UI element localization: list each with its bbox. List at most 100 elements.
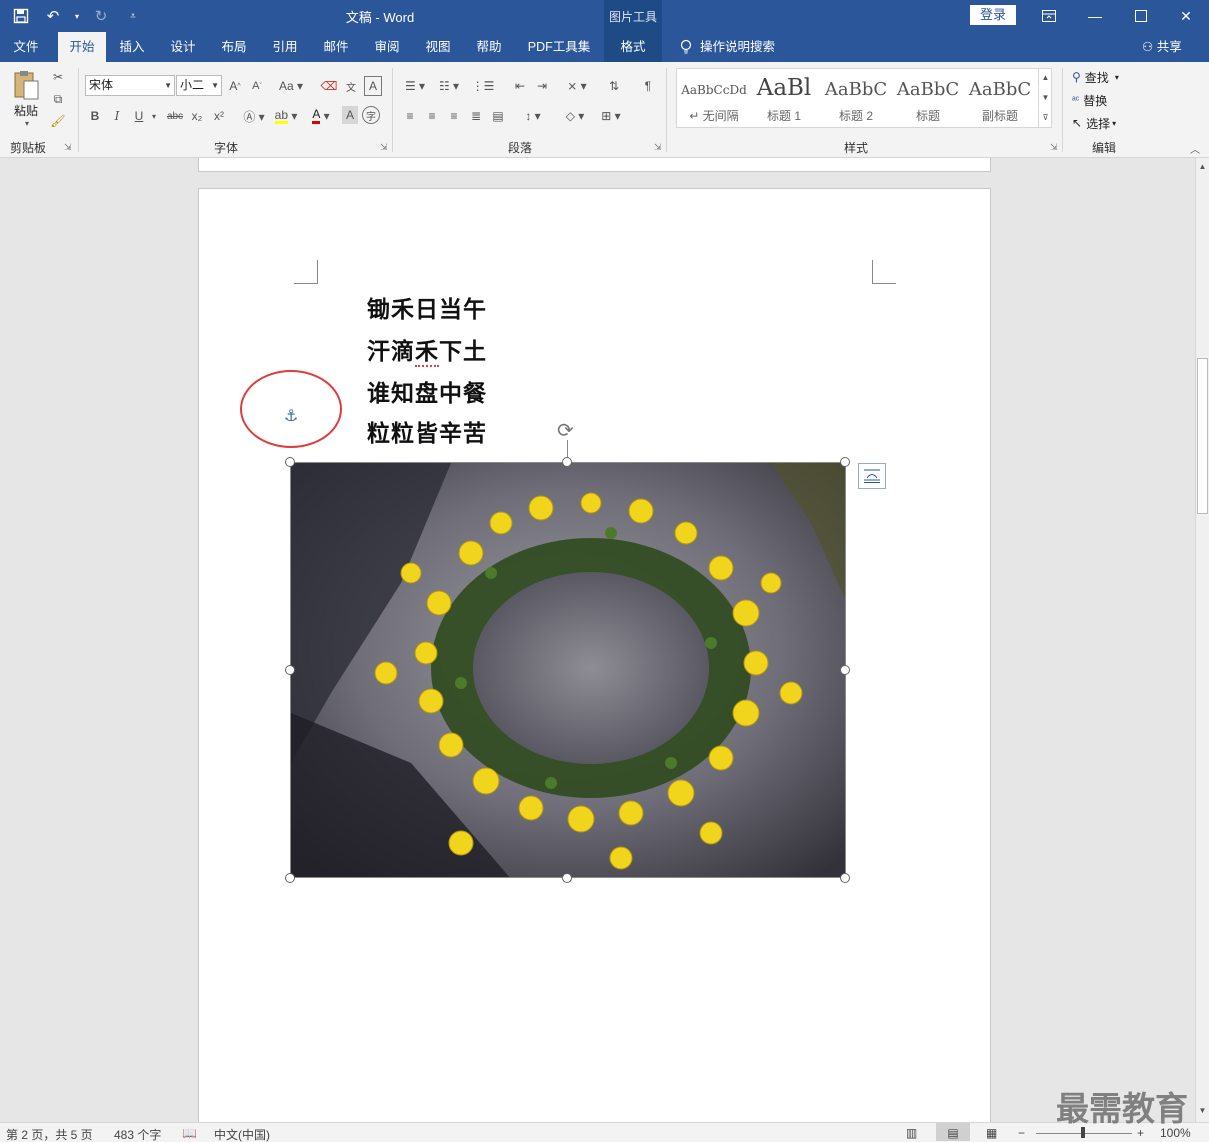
select-button[interactable]: ↖ 选择 ▾ <box>1072 114 1136 132</box>
style-heading-1[interactable]: AaBl 标题 1 <box>751 73 817 125</box>
character-shading-icon[interactable]: A <box>342 106 358 124</box>
clipboard-launcher-icon[interactable]: ⇲ <box>64 142 72 153</box>
highlight-color-icon[interactable]: ab ▾ <box>272 106 300 126</box>
poem-line[interactable]: 锄禾日当午 <box>367 290 487 324</box>
resize-handle-bottom[interactable] <box>562 873 572 883</box>
gallery-more-icon[interactable]: ⊽ <box>1038 108 1052 127</box>
shrink-font-icon[interactable]: Aˇ <box>248 76 266 96</box>
borders-icon[interactable]: ⊞ ▾ <box>594 106 628 126</box>
phonetic-guide-icon[interactable]: 文 <box>342 76 360 96</box>
paste-icon[interactable] <box>10 68 44 102</box>
tab-layout[interactable]: 布局 <box>212 32 256 62</box>
language-indicator[interactable]: 中文(中国) <box>214 1126 270 1142</box>
tab-design[interactable]: 设计 <box>161 32 205 62</box>
text-effects-icon[interactable]: Ⓐ ▾ <box>240 106 268 126</box>
resize-handle-left[interactable] <box>285 665 295 675</box>
copy-icon[interactable]: ⧉ <box>48 90 68 108</box>
vertical-scrollbar[interactable]: ▲ ▼ <box>1195 158 1209 1122</box>
style-no-spacing[interactable]: AaBbCcDd ↵ 无间隔 <box>681 73 747 125</box>
increase-indent-icon[interactable]: ⇥ <box>532 76 552 96</box>
collapse-ribbon-icon[interactable]: ︿ <box>1188 142 1202 156</box>
resize-handle-right[interactable] <box>840 665 850 675</box>
replace-button[interactable]: ᵃᶜ 替换 <box>1072 91 1136 109</box>
anchor-icon[interactable]: ⚓ <box>284 406 298 426</box>
paste-button[interactable]: 粘贴 <box>8 102 44 118</box>
chinese-layout-icon[interactable]: ⨯ ▾ <box>562 76 592 96</box>
multilevel-list-icon[interactable]: ⋮☰ <box>468 76 498 96</box>
resize-handle-bottom-right[interactable] <box>840 873 850 883</box>
tab-help[interactable]: 帮助 <box>467 32 511 62</box>
italic-button[interactable]: I <box>108 106 126 126</box>
resize-handle-top[interactable] <box>562 457 572 467</box>
tab-review[interactable]: 审阅 <box>365 32 409 62</box>
show-marks-icon[interactable]: ¶ <box>638 76 658 96</box>
gallery-scroll-down-icon[interactable]: ▼ <box>1038 88 1052 107</box>
selected-image[interactable] <box>290 462 846 878</box>
poem-line[interactable]: 汗滴禾下土 <box>367 332 487 367</box>
resize-handle-top-right[interactable] <box>840 457 850 467</box>
close-icon[interactable]: ✕ <box>1163 0 1209 32</box>
resize-handle-top-left[interactable] <box>285 457 295 467</box>
bullets-icon[interactable]: ☰ ▾ <box>400 76 430 96</box>
tell-me-search[interactable]: 操作说明搜索 <box>680 32 775 62</box>
word-count[interactable]: 483 个字 <box>114 1126 161 1142</box>
web-layout-icon[interactable]: ▦ <box>986 1126 997 1140</box>
login-button[interactable]: 登录 <box>970 5 1016 25</box>
font-name-combo[interactable]: 宋体 ▼ <box>85 75 175 96</box>
clear-formatting-icon[interactable]: ⌫ <box>320 76 338 96</box>
styles-launcher-icon[interactable]: ⇲ <box>1050 142 1058 153</box>
style-heading-2[interactable]: AaBbC 标题 2 <box>823 73 889 125</box>
print-layout-icon[interactable]: ▤ <box>936 1123 970 1141</box>
decrease-indent-icon[interactable]: ⇤ <box>510 76 530 96</box>
paste-dropdown-icon[interactable]: ▾ <box>20 118 34 128</box>
poem-line[interactable]: 谁知盘中餐 <box>367 374 487 408</box>
underline-button[interactable]: U <box>130 106 148 126</box>
share-button[interactable]: ⚇ 共享 <box>1142 32 1182 62</box>
scroll-up-icon[interactable]: ▲ <box>1196 162 1209 171</box>
tab-insert[interactable]: 插入 <box>110 32 154 62</box>
grow-font-icon[interactable]: A ^ <box>226 76 244 96</box>
enclose-characters-icon[interactable]: 字 <box>362 106 380 124</box>
strikethrough-button[interactable]: abc <box>164 106 186 126</box>
scroll-thumb[interactable] <box>1197 358 1208 514</box>
underline-dropdown-icon[interactable]: ▾ <box>148 106 160 126</box>
font-launcher-icon[interactable]: ⇲ <box>380 142 388 153</box>
minimize-icon[interactable]: — <box>1072 0 1118 32</box>
page-indicator[interactable]: 第 2 页，共 5 页 <box>6 1126 93 1142</box>
resize-handle-bottom-left[interactable] <box>285 873 295 883</box>
superscript-button[interactable]: x² <box>210 106 228 126</box>
font-color-icon[interactable]: A ▾ <box>306 106 336 126</box>
proofing-icon[interactable]: 📖 <box>182 1126 197 1140</box>
align-left-icon[interactable]: ≡ <box>400 106 420 126</box>
find-button[interactable]: ⚲ 查找 ▾ <box>1072 68 1136 86</box>
tab-view[interactable]: 视图 <box>416 32 460 62</box>
shading-icon[interactable]: ◇ ▾ <box>560 106 590 126</box>
align-right-icon[interactable]: ≡ <box>444 106 464 126</box>
document-area[interactable]: 锄禾日当午 汗滴禾下土 谁知盘中餐 粒粒皆辛苦 ⚓ ⟳ <box>0 158 1195 1122</box>
subscript-button[interactable]: x₂ <box>188 106 206 126</box>
numbering-icon[interactable]: ☷ ▾ <box>434 76 464 96</box>
tab-pdf-tools[interactable]: PDF工具集 <box>520 32 598 62</box>
ribbon-display-options-icon[interactable] <box>1026 0 1072 32</box>
align-center-icon[interactable]: ≡ <box>422 106 442 126</box>
gallery-scroll-up-icon[interactable]: ▲ <box>1038 68 1052 87</box>
character-border-icon[interactable]: A <box>364 76 382 96</box>
cut-icon[interactable]: ✂ <box>48 68 68 86</box>
paragraph-launcher-icon[interactable]: ⇲ <box>654 142 662 153</box>
font-size-combo[interactable]: 小二 ▼ <box>176 75 222 96</box>
rotate-handle-icon[interactable]: ⟳ <box>557 418 574 443</box>
zoom-out-button[interactable]: − <box>1018 1126 1025 1140</box>
style-subtitle[interactable]: AaBbC 副标题 <box>967 73 1033 125</box>
poem-line[interactable]: 粒粒皆辛苦 <box>367 414 487 448</box>
distributed-icon[interactable]: ▤ <box>488 106 508 126</box>
maximize-icon[interactable] <box>1118 0 1164 32</box>
change-case-icon[interactable]: Aa ▾ <box>276 76 306 96</box>
read-mode-icon[interactable]: ▥ <box>906 1126 917 1140</box>
style-title[interactable]: AaBbC 标题 <box>895 73 961 125</box>
format-painter-icon[interactable]: 🖌 <box>48 112 68 130</box>
tab-mailings[interactable]: 邮件 <box>314 32 358 62</box>
tab-format[interactable]: 格式 <box>610 32 656 62</box>
justify-icon[interactable]: ≣ <box>466 106 486 126</box>
layout-options-icon[interactable] <box>858 463 886 489</box>
scroll-down-icon[interactable]: ▼ <box>1196 1106 1209 1115</box>
